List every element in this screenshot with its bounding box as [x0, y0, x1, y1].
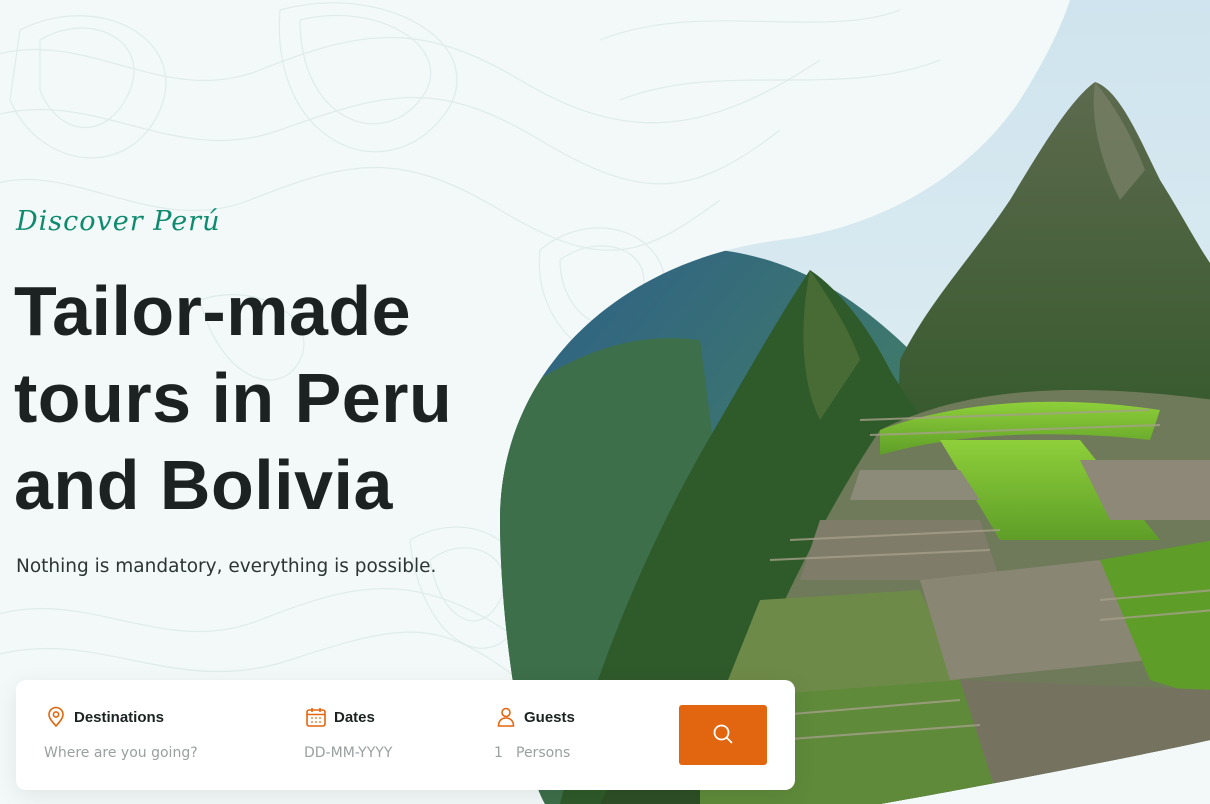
guests-unit: Persons	[516, 745, 571, 761]
search-icon	[711, 722, 735, 749]
calendar-icon	[304, 705, 328, 729]
destinations-header: Destinations	[44, 704, 274, 730]
guests-label: Guests	[524, 708, 575, 726]
search-button[interactable]	[679, 705, 767, 765]
headline-line: Tailor-made	[14, 272, 412, 350]
destinations-field[interactable]: Destinations Where are you going?	[44, 704, 274, 761]
hero-tagline: Discover Perú	[16, 206, 221, 237]
destinations-label: Destinations	[74, 708, 165, 726]
guests-header: Guests	[494, 704, 654, 730]
guests-input[interactable]: 1 Persons	[494, 745, 654, 761]
dates-header: Dates	[304, 704, 474, 730]
hero-headline: Tailor-made tours in Peru and Bolivia	[14, 268, 484, 529]
headline-line: and Bolivia	[14, 446, 393, 524]
user-icon	[494, 705, 518, 729]
guests-field[interactable]: Guests 1 Persons	[494, 704, 654, 761]
hero-subtitle: Nothing is mandatory, everything is poss…	[16, 556, 437, 577]
dates-label: Dates	[334, 708, 375, 726]
dates-input[interactable]: DD-MM-YYYY	[304, 745, 474, 761]
guests-count: 1	[494, 745, 503, 761]
dates-field[interactable]: Dates DD-MM-YYYY	[304, 704, 474, 761]
headline-line: tours in Peru	[14, 359, 453, 437]
search-bar: Destinations Where are you going? Dates	[16, 680, 795, 790]
destinations-input[interactable]: Where are you going?	[44, 745, 274, 761]
map-pin-icon	[44, 705, 68, 729]
